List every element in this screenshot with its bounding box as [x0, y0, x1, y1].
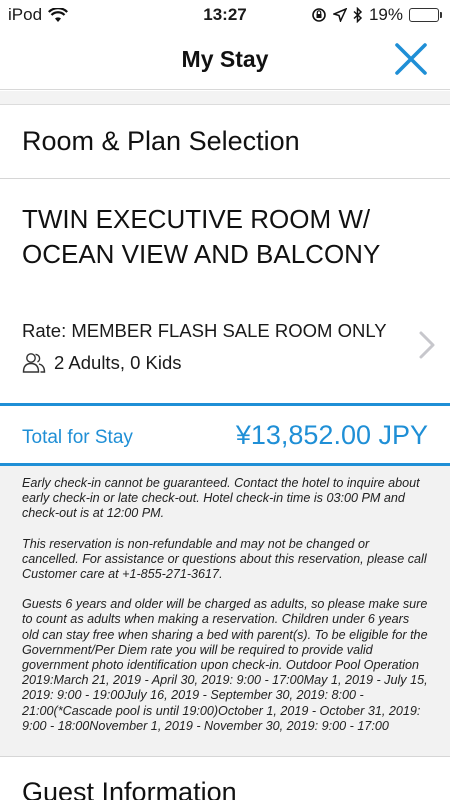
battery-icon — [409, 8, 442, 22]
orientation-lock-icon — [312, 8, 326, 22]
page-title: My Stay — [181, 46, 269, 72]
room-plan-header-label: Room & Plan Selection — [22, 126, 300, 156]
room-name: TWIN EXECUTIVE ROOM W/ OCEAN VIEW AND BA… — [22, 204, 381, 269]
people-icon — [22, 353, 46, 373]
total-value: ¥13,852.00 JPY — [235, 420, 428, 450]
guest-info-section-header: Guest Information — [0, 756, 450, 800]
total-bar: Total for Stay ¥13,852.00 JPY — [0, 403, 450, 466]
section-divider — [0, 91, 450, 105]
guests-count: 2 Adults, 0 Kids — [54, 352, 182, 373]
location-icon — [332, 8, 347, 22]
battery-percent: 19% — [368, 5, 403, 24]
policy-cancellation-text: This reservation is non-refundable and m… — [22, 536, 427, 582]
bluetooth-icon — [353, 7, 363, 23]
total-label: Total for Stay — [22, 427, 133, 448]
close-button[interactable] — [392, 40, 430, 78]
guests-line: 2 Adults, 0 Kids — [22, 352, 182, 374]
room-plan-section-header: Room & Plan Selection — [0, 106, 450, 179]
policy-notes: Early check-in cannot be guaranteed. Con… — [0, 466, 450, 756]
rate-label: Rate: MEMBER FLASH SALE ROOM ONLY — [22, 320, 387, 341]
policy-checkin-text: Early check-in cannot be guaranteed. Con… — [22, 476, 420, 521]
chevron-right-icon — [419, 331, 435, 359]
nav-bar: My Stay — [0, 30, 450, 90]
close-icon — [395, 43, 427, 75]
policy-guests-pool-text: Guests 6 years and older will be charged… — [22, 597, 428, 733]
status-bar: iPod 13:27 19% — [0, 0, 450, 30]
guest-info-header-label: Guest Information — [22, 777, 237, 800]
status-right: 19% — [311, 5, 442, 25]
room-selection-card[interactable]: TWIN EXECUTIVE ROOM W/ OCEAN VIEW AND BA… — [0, 180, 450, 402]
